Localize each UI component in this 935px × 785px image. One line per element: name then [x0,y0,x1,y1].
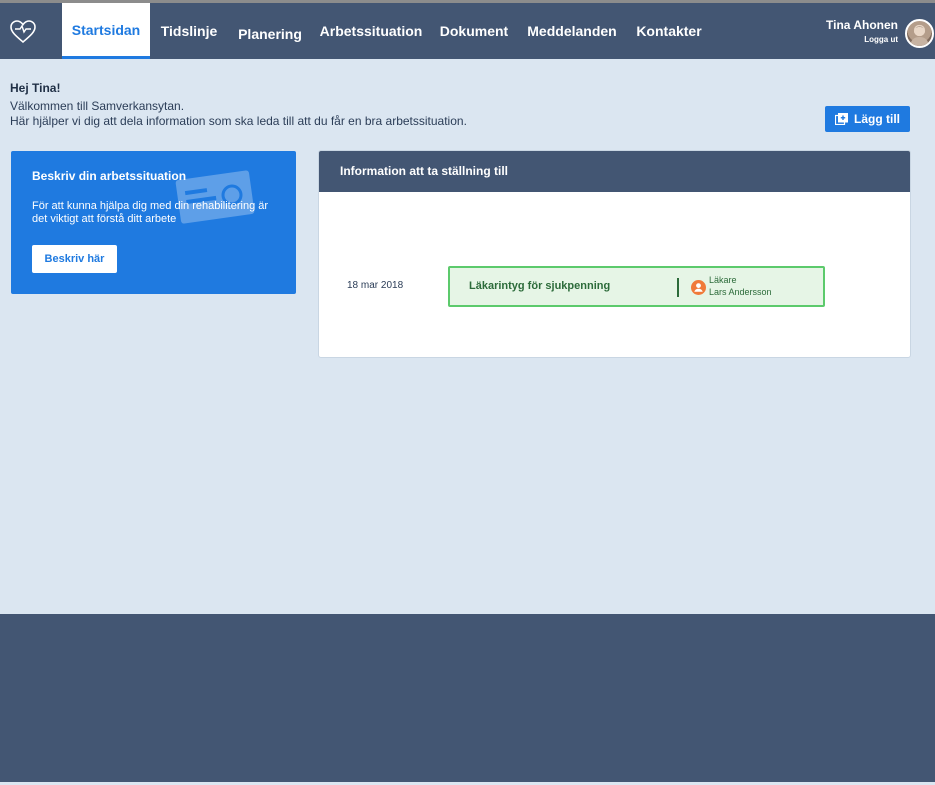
welcome-line: Välkommen till Samverkansytan. [10,99,185,113]
add-button[interactable]: Lägg till [825,106,910,132]
avatar[interactable] [905,19,934,48]
user-portrait-icon [910,26,929,46]
tab-meddelanden[interactable]: Meddelanden [524,3,620,59]
welcome-description: Här hjälper vi dig att dela information … [10,114,467,128]
tab-tidslinje[interactable]: Tidslinje [153,3,225,59]
divider [677,278,679,297]
heart-logo-icon[interactable] [9,19,37,45]
card-title: Beskriv din arbetssituation [32,169,187,183]
user-name: Tina Ahonen [826,18,898,32]
card-text: För att kunna hjälpa dig med din rehabil… [32,200,269,225]
tab-kontakter[interactable]: Kontakter [632,3,706,59]
information-panel: Information att ta ställning till 18 mar… [318,150,911,358]
panel-header: Information att ta ställning till [319,151,910,192]
user-circle-icon [691,280,706,295]
describe-work-card: Beskriv din arbetssituation För att kunn… [11,151,296,294]
add-button-label: Lägg till [854,112,900,126]
page-footer [0,614,935,782]
document-item[interactable]: Läkarintyg för sjukpenning Läkare Lars A… [448,266,825,307]
add-document-icon [834,113,848,126]
author-role: Läkare [709,275,737,285]
tab-planering[interactable]: Planering [235,6,305,62]
document-date: 18 mar 2018 [347,280,404,291]
tab-startsidan[interactable]: Startsidan [62,3,150,59]
tab-arbetssituation[interactable]: Arbetssituation [318,3,424,59]
greeting-title: Hej Tina! [10,81,61,95]
document-title: Läkarintyg för sjukpenning [469,280,611,292]
tab-dokument[interactable]: Dokument [436,3,512,59]
describe-here-button[interactable]: Beskriv här [32,245,117,273]
logout-link[interactable]: Logga ut [864,35,898,44]
author-name: Lars Andersson [709,287,772,297]
panel-title: Information att ta ställning till [340,164,508,178]
top-navigation-bar: Startsidan Tidslinje Planering Arbetssit… [0,3,935,59]
